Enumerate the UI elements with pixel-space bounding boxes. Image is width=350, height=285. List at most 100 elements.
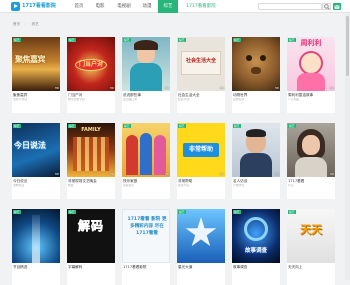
video-card[interactable]: 天天 综艺 天天向上	[287, 209, 335, 285]
video-thumbnail[interactable]: 1717看看 影院 更多精彩内容 尽在1717看看	[122, 209, 170, 263]
video-card[interactable]: 周利利 综艺 HD 周利利童话故事 少儿动画	[287, 37, 335, 113]
video-title[interactable]: 星光大道	[178, 265, 224, 269]
video-card[interactable]: 解码 综艺 字幕解码	[67, 209, 115, 285]
video-thumbnail[interactable]: 天天 综艺	[287, 209, 335, 263]
video-thumbnail[interactable]: 今日说法 综艺 HD	[12, 123, 60, 177]
video-thumbnail[interactable]: 综艺 HD	[232, 123, 280, 177]
search-button[interactable]	[322, 3, 331, 10]
video-title[interactable]: 1717看看	[288, 179, 334, 183]
video-title[interactable]: 天天向上	[288, 265, 334, 269]
video-card[interactable]: 非常帮助 综艺 HD 非常帮助 民生节目	[177, 123, 225, 199]
video-card[interactable]: 综艺 星光大道	[177, 209, 225, 285]
page-scrollbar[interactable]	[345, 14, 350, 280]
thumbnail-caption: 1717看看 影院 更多精彩内容 尽在1717看看	[127, 217, 167, 236]
video-meta: 少儿动画	[288, 98, 300, 101]
thumbnail-caption: FAMILY	[81, 127, 101, 133]
video-meta: 生活脱口秀	[123, 98, 137, 101]
video-title[interactable]: 字幕解码	[68, 265, 114, 269]
category-badge: 综艺	[13, 124, 21, 128]
video-thumbnail[interactable]: 综艺 HD	[287, 123, 335, 177]
video-title[interactable]: 聚焦嘉宾	[13, 93, 59, 97]
nav-tv-series[interactable]: 电视剧	[112, 0, 136, 13]
breadcrumb: 首页 › 综艺	[13, 22, 39, 26]
nav-anime[interactable]: 动漫	[138, 0, 156, 13]
breadcrumb-home[interactable]: 首页	[13, 22, 20, 26]
quality-badge: HD	[109, 86, 114, 90]
category-badge: 综艺	[178, 124, 186, 128]
video-meta: 法制栏目	[13, 184, 25, 187]
category-badge: 综艺	[68, 124, 76, 128]
video-title[interactable]: 非常帮助	[178, 179, 224, 183]
category-badge: 综艺	[123, 124, 131, 128]
category-badge: 综艺	[233, 210, 241, 214]
video-title[interactable]: 1717看看影院	[123, 265, 169, 269]
quality-badge: HD	[329, 172, 334, 176]
video-thumbnail[interactable]: 门当户对 综艺 HD	[67, 37, 115, 91]
video-title[interactable]: 动物世界	[233, 93, 279, 97]
thumbnail-caption: 非常帮助	[188, 146, 213, 153]
video-thumbnail[interactable]: 综艺	[177, 209, 225, 263]
quality-badge: HD	[219, 172, 224, 176]
nav-home[interactable]: 首页	[70, 0, 88, 13]
video-thumbnail[interactable]: 社会生活大全 综艺 HD	[177, 37, 225, 91]
video-title[interactable]: 社会生活大全	[178, 93, 224, 97]
user-button[interactable]	[333, 3, 341, 10]
category-badge: 综艺	[68, 38, 76, 42]
video-card[interactable]: 综艺 HD 快乐家庭 家庭综艺	[122, 123, 170, 199]
category-badge: 综艺	[68, 210, 76, 214]
video-thumbnail[interactable]: 综艺 HD	[232, 37, 280, 91]
nav-variety[interactable]: 综艺	[158, 0, 178, 13]
video-title[interactable]: 名人访谈	[233, 179, 279, 183]
logo-text: 1717看看影院	[22, 3, 56, 9]
quality-badge: HD	[54, 86, 59, 90]
search-input[interactable]	[258, 3, 322, 10]
video-thumbnail[interactable]: 故事调查 综艺	[232, 209, 280, 263]
video-thumbnail[interactable]: 聚焦嘉宾 综艺 HD	[12, 37, 60, 91]
video-card[interactable]: 门当户对 综艺 HD 门当户对 相亲交友节目	[67, 37, 115, 113]
search-icon	[324, 4, 330, 10]
video-card[interactable]: 今日说法 综艺 HD 今日说法 法制栏目	[12, 123, 60, 199]
video-card[interactable]: 综艺 HD 1717看看 片花	[287, 123, 335, 199]
video-card[interactable]: 社会生活大全 综艺 HD 社会生活大全 纪实节目	[177, 37, 225, 113]
nav-movies[interactable]: 电影	[91, 0, 109, 13]
video-meta: 晚会	[68, 184, 74, 187]
video-meta: 片花	[288, 184, 294, 187]
video-title[interactable]: 门当户对	[68, 93, 114, 97]
scrollbar-thumb[interactable]	[346, 16, 349, 76]
video-title[interactable]: 今日说法	[13, 179, 59, 183]
thumbnail-caption: 今日说法	[14, 141, 46, 150]
category-badge: 综艺	[13, 38, 21, 42]
video-card[interactable]: 综艺 HD 名人访谈 人物访谈	[232, 123, 280, 199]
video-title[interactable]: 故事调查	[233, 265, 279, 269]
top-bar: 1717看看影院 首页 电影 电视剧 动漫 综艺 1717看看影院	[0, 0, 350, 13]
video-title[interactable]: 非常现场文艺晚会	[68, 179, 114, 183]
video-card[interactable]: 综艺 HD 动物世界 自然纪录	[232, 37, 280, 113]
video-meta: 主持人访谈	[13, 98, 27, 101]
video-thumbnail[interactable]: 综艺 HD	[122, 37, 170, 91]
quality-badge: HD	[219, 86, 224, 90]
video-thumbnail[interactable]: 非常帮助 综艺 HD	[177, 123, 225, 177]
video-card[interactable]: 1717看看 影院 更多精彩内容 尽在1717看看 1717看看影院	[122, 209, 170, 285]
video-title[interactable]: 快乐家庭	[123, 179, 169, 183]
video-card[interactable]: 综艺 节目精选	[12, 209, 60, 285]
site-logo[interactable]: 1717看看影院	[11, 2, 56, 11]
category-badge: 综艺	[233, 124, 241, 128]
nav-cinema[interactable]: 1717看看影院	[181, 0, 221, 13]
category-badge: 综艺	[233, 38, 241, 42]
quality-badge: HD	[164, 86, 169, 90]
video-thumbnail[interactable]: 综艺 HD	[122, 123, 170, 177]
video-card[interactable]: FAMILY 综艺 HD 非常现场文艺晚会 晚会	[67, 123, 115, 199]
video-card[interactable]: 综艺 HD 说说那些事 生活脱口秀	[122, 37, 170, 113]
video-thumbnail[interactable]: FAMILY 综艺 HD	[67, 123, 115, 177]
video-title[interactable]: 说说那些事	[123, 93, 169, 97]
video-card[interactable]: 聚焦嘉宾 综艺 HD 聚焦嘉宾 主持人访谈	[12, 37, 60, 113]
video-card[interactable]: 故事调查 综艺 故事调查	[232, 209, 280, 285]
breadcrumb-current[interactable]: 综艺	[32, 22, 39, 26]
category-badge: 综艺	[13, 210, 21, 214]
video-thumbnail[interactable]: 解码 综艺	[67, 209, 115, 263]
video-title[interactable]: 节目精选	[13, 265, 59, 269]
video-title[interactable]: 周利利童话故事	[288, 93, 334, 97]
video-thumbnail[interactable]: 周利利 综艺 HD	[287, 37, 335, 91]
category-badge: 综艺	[178, 210, 186, 214]
video-thumbnail[interactable]: 综艺	[12, 209, 60, 263]
